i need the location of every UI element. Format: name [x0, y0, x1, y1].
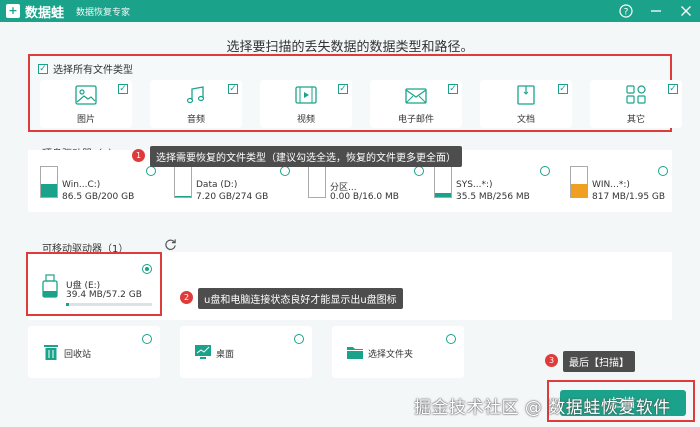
location-radio[interactable]: [294, 334, 304, 344]
drive-icon: [174, 166, 192, 198]
drive-usage-fill: [41, 184, 57, 197]
video-icon: [295, 86, 317, 104]
folder-icon: [347, 347, 363, 359]
drive-name: WIN...*:): [592, 180, 630, 190]
page-heading: 选择要扫描的丢失数据的数据类型和路径。: [226, 40, 474, 55]
drive-radio[interactable]: [414, 166, 424, 176]
usb-usage-bar: [66, 303, 152, 306]
image-icon: [75, 85, 97, 105]
file-type-video[interactable]: ✓ 视频: [260, 80, 352, 128]
checkbox-checked-icon[interactable]: ✓: [668, 84, 678, 94]
file-type-label: 视频: [296, 115, 315, 125]
usb-drive-size: 39.4 MB/57.2 GB: [66, 290, 142, 300]
file-types-panel: ✓ 选择所有文件类型 ✓ 图片 ✓ 音频 ✓ 视频 ✓ 电子邮件 ✓ 文档 ✓ …: [28, 54, 682, 132]
app-tagline: 数据恢复专家: [76, 7, 131, 18]
app-logo: + 数据蛙: [6, 2, 64, 21]
select-all-checkbox[interactable]: ✓ 选择所有文件类型: [38, 61, 133, 76]
location-label: 桌面: [216, 350, 235, 360]
checkbox-checked-icon: ✓: [38, 63, 48, 74]
drive-icon: [308, 166, 326, 198]
location-label: 回收站: [64, 350, 92, 360]
file-type-label: 文档: [516, 115, 535, 125]
recycle-bin-icon: [44, 345, 58, 360]
drive-size: 86.5 GB/200 GB: [62, 192, 135, 202]
checkbox-checked-icon[interactable]: ✓: [448, 84, 458, 94]
location-label: 选择文件夹: [368, 350, 414, 360]
drive-item[interactable]: Data (D:) 7.20 GB/274 GB: [166, 162, 290, 202]
checkbox-checked-icon[interactable]: ✓: [118, 84, 128, 94]
drive-icon: [434, 166, 452, 198]
drive-item[interactable]: Win...C:) 86.5 GB/200 GB: [32, 162, 156, 202]
svg-text:?: ?: [624, 8, 629, 18]
minimize-icon: [651, 10, 661, 12]
drive-radio[interactable]: [540, 166, 550, 176]
drive-usage-fill: [571, 184, 587, 197]
minimize-button[interactable]: [648, 3, 664, 19]
drive-name: Data (D:): [196, 180, 238, 190]
help-icon: ?: [619, 4, 633, 18]
file-type-label: 图片: [76, 115, 95, 125]
drive-usage-fill: [435, 192, 451, 197]
checkbox-checked-icon[interactable]: ✓: [228, 84, 238, 94]
drive-item[interactable]: SYS...*:) 35.5 MB/256 MB: [426, 162, 550, 202]
app-name: 数据蛙: [25, 5, 65, 21]
refresh-icon: [165, 239, 176, 250]
logo-icon: +: [6, 4, 20, 18]
annotation-tooltip-1: 选择需要恢复的文件类型（建议勾选全选，恢复的文件更多更全面）: [150, 146, 462, 167]
location-recycle-bin[interactable]: 回收站: [28, 326, 160, 378]
drive-size: 0.00 B/16.0 MB: [330, 192, 399, 202]
checkbox-checked-icon[interactable]: ✓: [558, 84, 568, 94]
drive-item[interactable]: WIN...*:) 817 MB/1.95 GB: [562, 162, 668, 202]
title-bar: + 数据蛙 数据恢复专家 ?: [0, 0, 700, 22]
location-choose-folder[interactable]: 选择文件夹: [332, 326, 464, 378]
file-type-email[interactable]: ✓ 电子邮件: [370, 80, 462, 128]
location-desktop[interactable]: 桌面: [180, 326, 312, 378]
drive-radio[interactable]: [658, 166, 668, 176]
select-all-label: 选择所有文件类型: [53, 65, 133, 76]
location-radio[interactable]: [142, 334, 152, 344]
annotation-badge-1: 1: [132, 149, 145, 162]
checkbox-checked-icon[interactable]: ✓: [338, 84, 348, 94]
file-type-label: 电子邮件: [397, 115, 434, 125]
music-icon: [186, 86, 205, 104]
help-button[interactable]: ?: [618, 3, 634, 19]
file-type-label: 其它: [626, 115, 645, 125]
drive-name: Win...C:): [62, 180, 101, 190]
location-radio[interactable]: [446, 334, 456, 344]
drive-usage-fill: [175, 196, 191, 197]
drive-size: 817 MB/1.95 GB: [592, 192, 666, 202]
drive-item[interactable]: 分区... 0.00 B/16.0 MB: [300, 162, 424, 202]
file-type-label: 音频: [186, 115, 205, 125]
annotation-badge-2: 2: [180, 291, 193, 304]
annotation-badge-3: 3: [545, 354, 558, 367]
annotation-tooltip-2: u盘和电脑连接状态良好才能显示出u盘图标: [198, 288, 403, 309]
drive-radio[interactable]: [146, 166, 156, 176]
usb-drive-radio[interactable]: [142, 264, 152, 274]
usb-drive-icon: [42, 274, 58, 298]
drive-icon: [570, 166, 588, 198]
file-type-image[interactable]: ✓ 图片: [40, 80, 132, 128]
mail-icon: [405, 88, 427, 104]
close-icon: [681, 6, 691, 16]
file-type-audio[interactable]: ✓ 音频: [150, 80, 242, 128]
file-type-document[interactable]: ✓ 文档: [480, 80, 572, 128]
usb-usage-fill: [66, 303, 69, 306]
watermark-text: 掘金技术社区 @ 数据蛙恢复软件: [414, 398, 671, 418]
close-button[interactable]: [678, 3, 694, 19]
drive-icon: [40, 166, 58, 198]
document-icon: [517, 85, 535, 105]
usb-drive-item[interactable]: U盘 (E:) 39.4 MB/57.2 GB: [26, 252, 162, 316]
other-icon: [626, 85, 646, 104]
drive-name: SYS...*:): [456, 180, 493, 190]
file-type-other[interactable]: ✓ 其它: [590, 80, 682, 128]
drive-size: 35.5 MB/256 MB: [456, 192, 530, 202]
drive-size: 7.20 GB/274 GB: [196, 192, 269, 202]
drive-radio[interactable]: [280, 166, 290, 176]
annotation-tooltip-3: 最后【扫描】: [563, 351, 635, 372]
desktop-icon: [195, 345, 211, 359]
